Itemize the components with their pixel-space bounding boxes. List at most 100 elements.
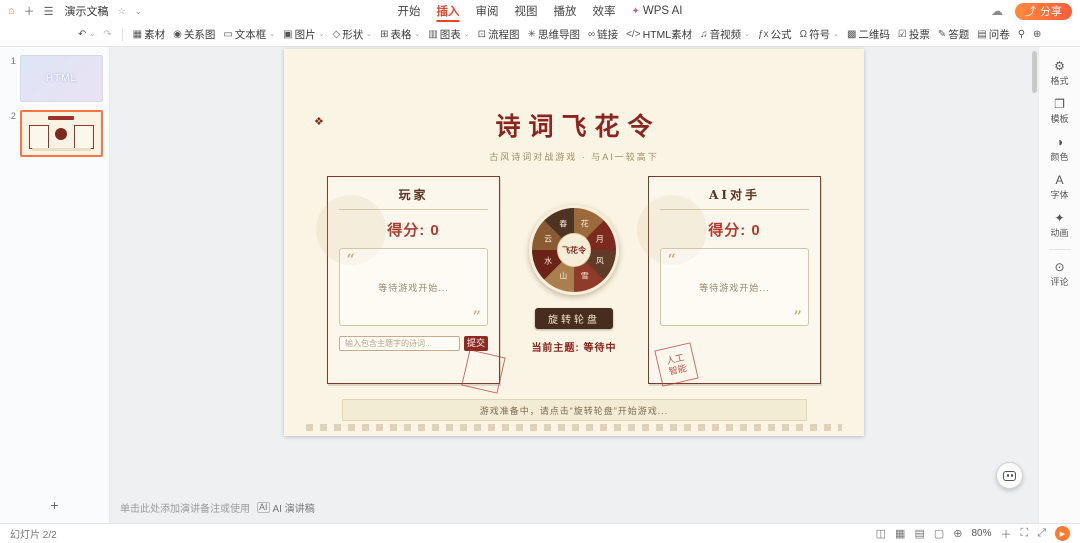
tool-chart[interactable]: ▥ 图表 ⌄	[425, 25, 472, 44]
sidebar-item-font[interactable]: A 字体	[1050, 173, 1068, 201]
tool-qr-code[interactable]: ▩ 二维码	[844, 25, 893, 44]
zoom-in-icon[interactable]: ＋	[1000, 526, 1011, 542]
document-title[interactable]: 演示文稿	[65, 3, 109, 19]
view-notes-icon[interactable]: ▢	[934, 527, 944, 540]
ai-waiting-text: 等待游戏开始...	[699, 282, 770, 293]
sidebar-item-color[interactable]: ◑ 颜色	[1050, 135, 1068, 163]
tool-flowchart[interactable]: ⊡ 流程图	[475, 25, 523, 44]
image-icon: ▣	[283, 28, 293, 40]
tool-survey[interactable]: ▤ 问卷	[974, 25, 1012, 44]
share-button[interactable]: ⤴ 分享	[1015, 2, 1072, 20]
ai-assistant-button[interactable]	[996, 462, 1023, 489]
tool-text-box[interactable]: ▭ 文本框 ⌄	[220, 25, 278, 44]
fit-window-icon[interactable]: ⛶	[1020, 527, 1028, 540]
slide-thumbnail-1[interactable]: 1 HTML	[8, 55, 103, 102]
tool-formula[interactable]: ƒx 公式	[755, 25, 795, 44]
player-panel: 玩家 得分: 0 “ 等待游戏开始... ” 提交	[316, 176, 506, 394]
canvas-scrollbar[interactable]	[1032, 51, 1037, 93]
slide-number: 1	[10, 56, 16, 66]
chevron-down-icon[interactable]: ⌄	[135, 6, 143, 17]
tool-mind-map[interactable]: ✳ 思维导图	[525, 25, 583, 44]
ai-script-badge[interactable]: AI AI 演讲稿	[257, 500, 315, 515]
tool-symbol[interactable]: Ω 符号 ⌄	[797, 25, 842, 44]
tool-relation-diagram[interactable]: ◉ 关系图	[170, 25, 218, 44]
tool-label: 投票	[908, 28, 930, 41]
tool-image[interactable]: ▣ 图片 ⌄	[280, 25, 327, 44]
tool-vote[interactable]: ☑ 投票	[895, 25, 933, 44]
insert-toolbar: ↶ ⌄ ↷ ▦ 素材 ◉ 关系图 ▭ 文本框 ⌄ ▣ 图片 ⌄ ◇ 形状 ⌄ ⊞…	[0, 22, 1080, 47]
tool-html-material[interactable]: </> HTML素材	[623, 25, 695, 44]
robot-icon	[1003, 470, 1016, 481]
view-outline-icon[interactable]: ▤	[914, 527, 924, 540]
speaker-notes-hint[interactable]: 单击此处添加演讲备注或使用 AI AI 演讲稿	[120, 500, 315, 515]
menu-icon[interactable]: ☰	[44, 5, 54, 18]
chevron-down-icon: ⌄	[318, 31, 325, 38]
formula-icon: ƒx	[758, 28, 769, 40]
slide-editing-area[interactable]: ❖ 诗词飞花令 古风诗词对战游戏 · 与AI一较高下 玩家 得分: 0 “ 等待…	[284, 49, 864, 436]
thumb2-right-panel	[74, 125, 94, 149]
tool-audio-video[interactable]: ♫ 音视频 ⌄	[697, 25, 753, 44]
tab-home[interactable]: 开始	[397, 0, 420, 22]
tab-efficiency[interactable]: 效率	[592, 0, 615, 22]
titlebar: ⌂ ＋ ☰ 演示文稿 ☆ ⌄ 开始 插入 审阅 视图 播放 效率 ✦ WPS A…	[0, 0, 1080, 22]
redo-button[interactable]: ↷	[100, 27, 114, 42]
tool-quiz[interactable]: ✎ 答题	[935, 25, 972, 44]
view-normal-icon[interactable]: ◫	[876, 527, 886, 540]
player-quote-box: “ 等待游戏开始... ”	[339, 248, 488, 327]
cloud-sync-icon[interactable]: ☁	[991, 4, 1003, 18]
tab-insert[interactable]: 插入	[436, 0, 460, 22]
quiz-icon: ✎	[937, 28, 947, 40]
font-icon: A	[1055, 173, 1064, 187]
toolbar-search-button[interactable]: ⚲	[1015, 27, 1028, 42]
add-slide-button[interactable]: +	[50, 497, 58, 513]
tab-play[interactable]: 播放	[553, 0, 576, 22]
shape-icon: ◇	[332, 28, 341, 40]
spin-wheel-button[interactable]: 旋转轮盘	[535, 308, 613, 329]
spin-wheel[interactable]: 花 月 风 雪 山 水 云 春 飞花令	[529, 205, 619, 295]
quote-close-icon: ”	[793, 308, 802, 328]
search-icon: ⚲	[1017, 28, 1026, 40]
undo-button[interactable]: ↶ ⌄	[75, 27, 98, 42]
sidebar-label: 格式	[1050, 76, 1069, 86]
tab-view[interactable]: 视图	[514, 0, 537, 22]
symbol-icon: Ω	[799, 28, 808, 40]
home-icon[interactable]: ⌂	[8, 5, 15, 17]
submit-button[interactable]: 提交	[464, 336, 488, 351]
tool-shape[interactable]: ◇ 形状 ⌄	[330, 25, 376, 44]
tool-material[interactable]: ▦ 素材	[130, 25, 168, 44]
game-status-bar: 游戏准备中，请点击“旋转轮盘”开始游戏...	[341, 399, 807, 421]
tool-label: 形状	[342, 28, 364, 41]
zoom-level[interactable]: 80%	[971, 528, 991, 539]
wheel-segment: 云	[544, 234, 553, 244]
tab-wps-ai[interactable]: ✦ WPS AI	[631, 0, 682, 22]
slide-thumbnail-2[interactable]: 2	[8, 110, 103, 157]
tab-review[interactable]: 审阅	[475, 0, 498, 22]
thumb2-wheel	[55, 128, 68, 140]
statusbar: 幻灯片 2/2 ◫ ▦ ▤ ▢ ⊕ 80% ＋ ⛶ ⤢ ▶	[0, 523, 1080, 543]
play-slideshow-button[interactable]: ▶	[1055, 526, 1070, 541]
sidebar-item-comments[interactable]: ⊙ 评论	[1050, 260, 1068, 288]
browser-icon[interactable]: ⊕	[953, 527, 962, 540]
thumbnail-preview-2	[19, 110, 103, 157]
tool-label: 图片	[294, 28, 316, 41]
wps-presentation-app: ⌂ ＋ ☰ 演示文稿 ☆ ⌄ 开始 插入 审阅 视图 播放 效率 ✦ WPS A…	[0, 0, 1080, 543]
sidebar-item-template[interactable]: ❐ 模板	[1050, 97, 1068, 125]
ai-script-label: AI 演讲稿	[272, 504, 315, 515]
wheel-segment: 山	[559, 271, 568, 281]
thumb2-left-panel	[28, 125, 49, 149]
view-grid-icon[interactable]: ▦	[895, 527, 905, 540]
tool-table[interactable]: ⊞ 表格 ⌄	[377, 25, 423, 44]
star-icon[interactable]: ☆	[118, 6, 126, 17]
tool-link[interactable]: ∞ 链接	[585, 25, 621, 44]
fullscreen-icon[interactable]: ⤢	[1037, 527, 1046, 540]
sidebar-item-animation[interactable]: ✦ 动画	[1050, 211, 1068, 239]
slide-thumbnail-panel: 1 HTML 2 +	[0, 47, 110, 523]
toolbar-more-button[interactable]: ⊕	[1030, 27, 1044, 42]
comment-icon: ⊙	[1054, 260, 1065, 274]
poem-input[interactable]	[339, 336, 460, 351]
titlebar-left: ⌂ ＋ ☰ 演示文稿 ☆ ⌄	[8, 3, 142, 19]
editing-canvas: ❖ 诗词飞花令 古风诗词对战游戏 · 与AI一较高下 玩家 得分: 0 “ 等待…	[110, 47, 1038, 523]
sidebar-item-format[interactable]: ⚙ 格式	[1050, 59, 1068, 87]
new-tab-icon[interactable]: ＋	[24, 3, 35, 19]
undo-icon: ↶	[78, 28, 87, 40]
